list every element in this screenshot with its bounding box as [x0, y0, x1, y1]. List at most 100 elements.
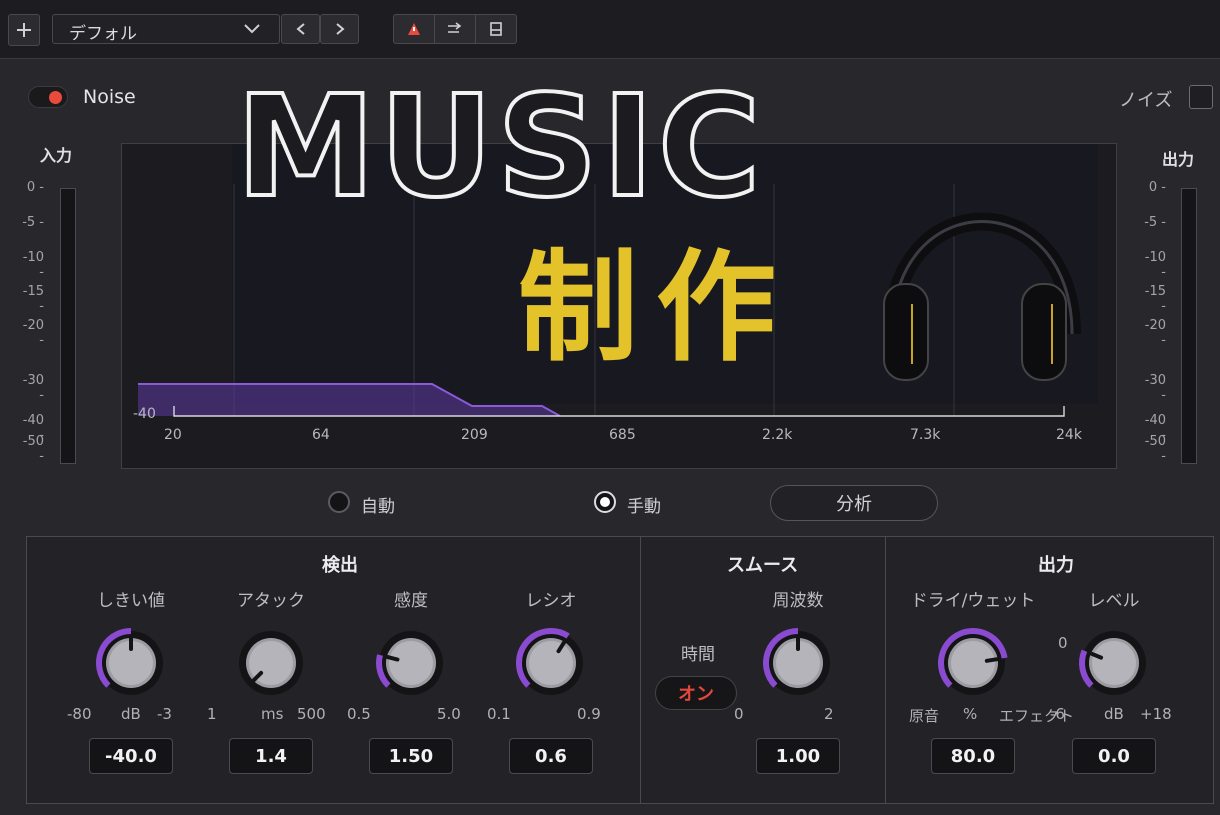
meter-scale-label: -30 - [22, 373, 44, 403]
detection-knob-1-range-max: 500 [297, 705, 326, 723]
detection-knob-0-range-max: -3 [157, 705, 172, 723]
x-axis-label: 685 [609, 427, 636, 443]
chevron-right-icon [335, 23, 345, 35]
x-axis-label: 209 [461, 427, 488, 443]
detection-title: 検出 [322, 555, 358, 576]
output-knob-0-knob[interactable] [931, 621, 1015, 705]
noise-jp-label: ノイズ [1119, 90, 1173, 111]
save-icon [490, 22, 502, 36]
meter-scale-label: -15 - [22, 284, 44, 314]
meter-scale-label: 0 - [26, 180, 44, 195]
detection-knob-1-range-unit: ms [261, 705, 284, 723]
meter-scale-label: -30 - [1144, 373, 1166, 403]
time-label: 時間 [681, 645, 715, 665]
noise-profile-area [138, 384, 560, 416]
x-axis-label: 7.3k [910, 427, 941, 443]
output-knob-1-range-unit: dB [1104, 705, 1124, 723]
warning-icon [408, 23, 420, 35]
detection-knob-2-range-max: 5.0 [437, 705, 461, 723]
preset-nav [281, 14, 359, 44]
detection-knob-2-label: 感度 [394, 591, 428, 611]
output-knob-0-value-field[interactable]: 80.0 [931, 738, 1015, 774]
detection-knob-0-range-min: -80 [67, 705, 92, 723]
analyze-button[interactable]: 分析 [770, 485, 938, 521]
chevron-down-icon [244, 24, 260, 34]
frequency-range-max: 2 [824, 705, 834, 723]
detection-knob-3-range-max: 0.9 [577, 705, 601, 723]
detection-knob-0-value-field[interactable]: -40.0 [89, 738, 173, 774]
output-knob-1-label: レベル [1088, 591, 1140, 611]
meter-scale-label: -5 - [1144, 215, 1166, 230]
output-knob-0-label: ドライ/ウェット [910, 591, 1036, 611]
next-preset-button[interactable] [320, 14, 359, 44]
preset-value: デフォル [69, 24, 137, 44]
detection-knob-1-knob[interactable] [229, 621, 313, 705]
manual-radio[interactable] [594, 491, 616, 513]
overlay-title: MUSIC [234, 66, 765, 229]
x-axis-label: 64 [312, 427, 330, 443]
detection-knob-3-range-min: 0.1 [487, 705, 511, 723]
time-toggle-button[interactable]: オン [655, 676, 737, 710]
detection-knob-0-range-unit: dB [121, 705, 141, 723]
output-knob-0-range-mid: % [963, 705, 978, 723]
detection-knob-1-value-field[interactable]: 1.4 [229, 738, 313, 774]
add-button[interactable] [8, 14, 40, 46]
chevron-left-icon [295, 23, 305, 35]
meter-scale-label: -20 - [1144, 318, 1166, 348]
controls-panel [26, 536, 1214, 804]
reset-button[interactable] [394, 15, 435, 43]
frequency-knob[interactable] [756, 621, 840, 705]
manual-label: 手動 [627, 497, 661, 517]
detection-knob-1-range-min: 1 [207, 705, 217, 723]
meter-scale-label: -50 - [22, 434, 44, 464]
output-meter-title: 出力 [1162, 150, 1195, 169]
output-knob-0-range-min: 原音 [909, 707, 940, 725]
toggle-indicator [49, 91, 62, 104]
output-knob-1-zero-mark: 0 [1058, 634, 1068, 652]
frequency-value-field[interactable]: 1.00 [756, 738, 840, 774]
noise-toggle[interactable] [28, 86, 68, 108]
frequency-range-min: 0 [734, 705, 744, 723]
action-icon-bar [393, 14, 517, 44]
detection-knob-2-range-min: 0.5 [347, 705, 371, 723]
output-knob-1-range-min: -6 [1050, 705, 1065, 723]
detection-knob-3-value-field[interactable]: 0.6 [509, 738, 593, 774]
detection-knob-3-knob[interactable] [509, 621, 593, 705]
output-knob-1-knob[interactable] [1072, 621, 1156, 705]
output-title: 出力 [1038, 555, 1074, 576]
detection-knob-0-knob[interactable] [89, 621, 173, 705]
meter-scale-label: -10 - [22, 250, 44, 280]
meter-scale-label: 0 - [1148, 180, 1166, 195]
detection-knob-0-label: しきい値 [97, 591, 165, 611]
y-axis-min-label: -40 [133, 406, 156, 422]
panel-divider [885, 536, 886, 804]
meter-scale-label: -10 - [1144, 250, 1166, 280]
previous-preset-button[interactable] [281, 14, 320, 44]
detection-knob-3-label: レシオ [525, 591, 577, 611]
save-preset-button[interactable] [476, 15, 516, 43]
noise-label: Noise [83, 86, 136, 108]
plus-icon [17, 23, 31, 37]
overlay-subtitle: 制作 [518, 237, 794, 378]
input-meter [60, 188, 76, 464]
meter-scale-label: -5 - [22, 215, 44, 230]
output-knob-1-value-field[interactable]: 0.0 [1072, 738, 1156, 774]
detection-knob-2-value-field[interactable]: 1.50 [369, 738, 453, 774]
smooth-title: スムース [727, 555, 799, 576]
noise-checkbox[interactable] [1189, 85, 1213, 109]
meter-scale-label: -50 - [1144, 434, 1166, 464]
frequency-label: 周波数 [772, 591, 824, 611]
auto-label: 自動 [361, 497, 395, 517]
auto-radio[interactable] [328, 491, 350, 513]
copy-settings-button[interactable] [435, 15, 476, 43]
preset-dropdown[interactable]: デフォル [52, 14, 280, 44]
meter-scale-label: -15 - [1144, 284, 1166, 314]
output-meter [1181, 188, 1197, 464]
detection-knob-2-knob[interactable] [369, 621, 453, 705]
detection-knob-1-label: アタック [237, 591, 305, 611]
headphones-icon [883, 212, 1081, 381]
x-axis-label: 20 [164, 427, 182, 443]
x-axis-label: 2.2k [762, 427, 793, 443]
x-axis-label: 24k [1056, 427, 1082, 443]
arrow-right-icon [448, 22, 462, 33]
